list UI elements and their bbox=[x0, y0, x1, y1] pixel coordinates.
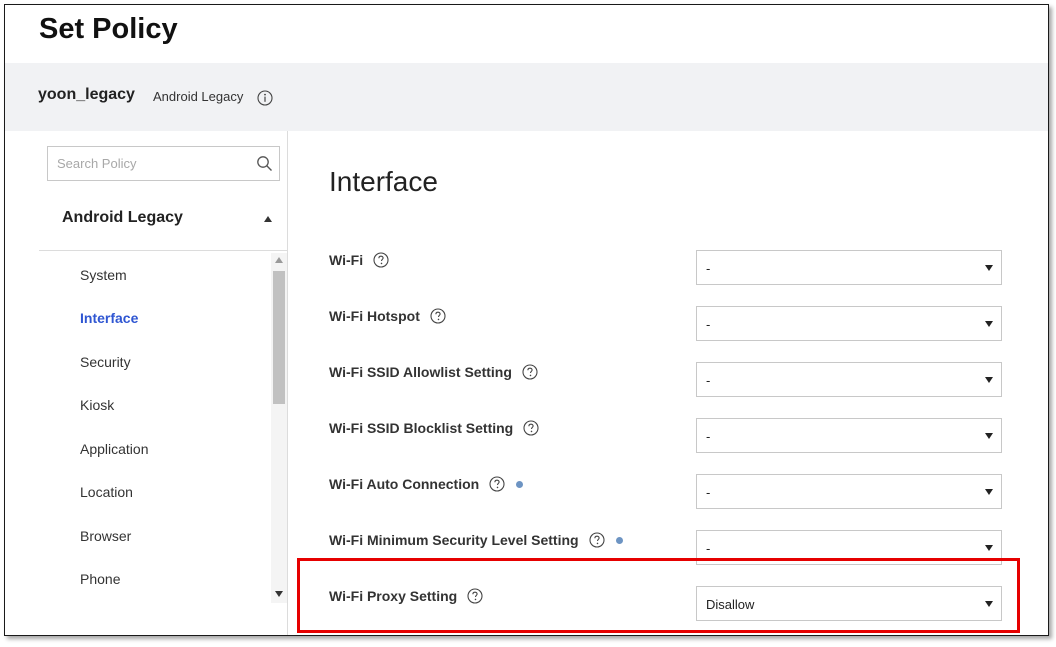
wifi-select[interactable]: - bbox=[696, 250, 1002, 285]
sidebar-item-phone[interactable]: Phone bbox=[80, 571, 120, 587]
sidebar-item-kiosk[interactable]: Kiosk bbox=[80, 397, 114, 413]
sidebar-item-application[interactable]: Application bbox=[80, 441, 149, 457]
select-value: Disallow bbox=[706, 597, 755, 612]
sidebar-item-browser[interactable]: Browser bbox=[80, 528, 131, 544]
select-value: - bbox=[706, 373, 711, 388]
status-dot bbox=[516, 480, 524, 488]
help-icon[interactable] bbox=[522, 364, 538, 380]
select-value: - bbox=[706, 261, 711, 276]
status-dot bbox=[615, 536, 623, 544]
help-icon[interactable] bbox=[430, 308, 446, 324]
sidebar-item-security[interactable]: Security bbox=[80, 354, 131, 370]
chevron-up-icon[interactable] bbox=[264, 216, 272, 222]
search-icon[interactable] bbox=[256, 155, 273, 172]
help-icon[interactable] bbox=[523, 420, 539, 436]
setting-label: Wi-Fi bbox=[329, 252, 364, 268]
setting-label: Wi-Fi SSID Blocklist Setting bbox=[329, 420, 514, 436]
sidebar-item-interface[interactable]: Interface bbox=[80, 310, 138, 326]
help-icon[interactable] bbox=[589, 532, 605, 548]
section-title: Interface bbox=[329, 166, 438, 197]
help-icon[interactable] bbox=[467, 588, 483, 604]
policy-sidebar: Android Legacy System Interface Security… bbox=[5, 131, 288, 635]
ssid-blocklist-select[interactable]: - bbox=[696, 418, 1002, 453]
setting-label: Wi-Fi Proxy Setting bbox=[329, 588, 458, 604]
auto-connection-select[interactable]: - bbox=[696, 474, 1002, 509]
select-value: - bbox=[706, 541, 711, 556]
setting-row-min-security: Wi-Fi Minimum Security Level Setting - bbox=[289, 530, 1048, 586]
app-window: Set Policy yoon_legacy Android Legacy An… bbox=[4, 4, 1049, 636]
sidebar-scrollbar[interactable] bbox=[271, 253, 287, 603]
page-title: Set Policy bbox=[39, 13, 178, 45]
setting-row-wifi: Wi-Fi - bbox=[289, 250, 1048, 306]
scrollbar-thumb[interactable] bbox=[273, 271, 285, 404]
chevron-down-icon bbox=[985, 377, 993, 383]
sidebar-item-location[interactable]: Location bbox=[80, 484, 133, 500]
help-icon[interactable] bbox=[489, 476, 505, 492]
chevron-down-icon bbox=[985, 601, 993, 607]
info-icon[interactable] bbox=[257, 90, 273, 106]
setting-row-auto-connection: Wi-Fi Auto Connection - bbox=[289, 474, 1048, 530]
setting-row-ssid-allowlist: Wi-Fi SSID Allowlist Setting - bbox=[289, 362, 1048, 418]
min-security-select[interactable]: - bbox=[696, 530, 1002, 565]
select-value: - bbox=[706, 485, 711, 500]
policy-nav-list: System Interface Security Kiosk Applicat… bbox=[5, 251, 271, 611]
device-header: yoon_legacy Android Legacy bbox=[5, 63, 1048, 131]
scroll-down-icon[interactable] bbox=[275, 591, 283, 597]
ssid-allowlist-select[interactable]: - bbox=[696, 362, 1002, 397]
wifi-hotspot-select[interactable]: - bbox=[696, 306, 1002, 341]
setting-row-wifi-hotspot: Wi-Fi Hotspot - bbox=[289, 306, 1048, 362]
chevron-down-icon bbox=[985, 265, 993, 271]
sidebar-item-system[interactable]: System bbox=[80, 267, 127, 283]
chevron-down-icon bbox=[985, 489, 993, 495]
search-input[interactable] bbox=[48, 147, 248, 180]
scroll-up-icon[interactable] bbox=[275, 257, 283, 263]
policy-group-android-legacy[interactable]: Android Legacy bbox=[39, 189, 288, 251]
chevron-down-icon bbox=[985, 545, 993, 551]
select-value: - bbox=[706, 317, 711, 332]
device-name: yoon_legacy bbox=[38, 86, 135, 103]
help-icon[interactable] bbox=[373, 252, 389, 268]
select-value: - bbox=[706, 429, 711, 444]
policy-group-label: Android Legacy bbox=[62, 209, 183, 226]
setting-label: Wi-Fi Hotspot bbox=[329, 308, 420, 324]
search-box bbox=[47, 146, 280, 181]
setting-label: Wi-Fi Minimum Security Level Setting bbox=[329, 532, 579, 548]
policy-content: Interface Wi-Fi - Wi-Fi Hotspot - Wi-Fi … bbox=[289, 131, 1048, 635]
chevron-down-icon bbox=[985, 433, 993, 439]
setting-label: Wi-Fi Auto Connection bbox=[329, 476, 480, 492]
setting-label: Wi-Fi SSID Allowlist Setting bbox=[329, 364, 512, 380]
setting-row-ssid-blocklist: Wi-Fi SSID Blocklist Setting - bbox=[289, 418, 1048, 474]
device-type: Android Legacy bbox=[153, 89, 244, 104]
setting-row-proxy: Wi-Fi Proxy Setting Disallow bbox=[289, 586, 1048, 635]
chevron-down-icon bbox=[985, 321, 993, 327]
proxy-setting-select[interactable]: Disallow bbox=[696, 586, 1002, 621]
